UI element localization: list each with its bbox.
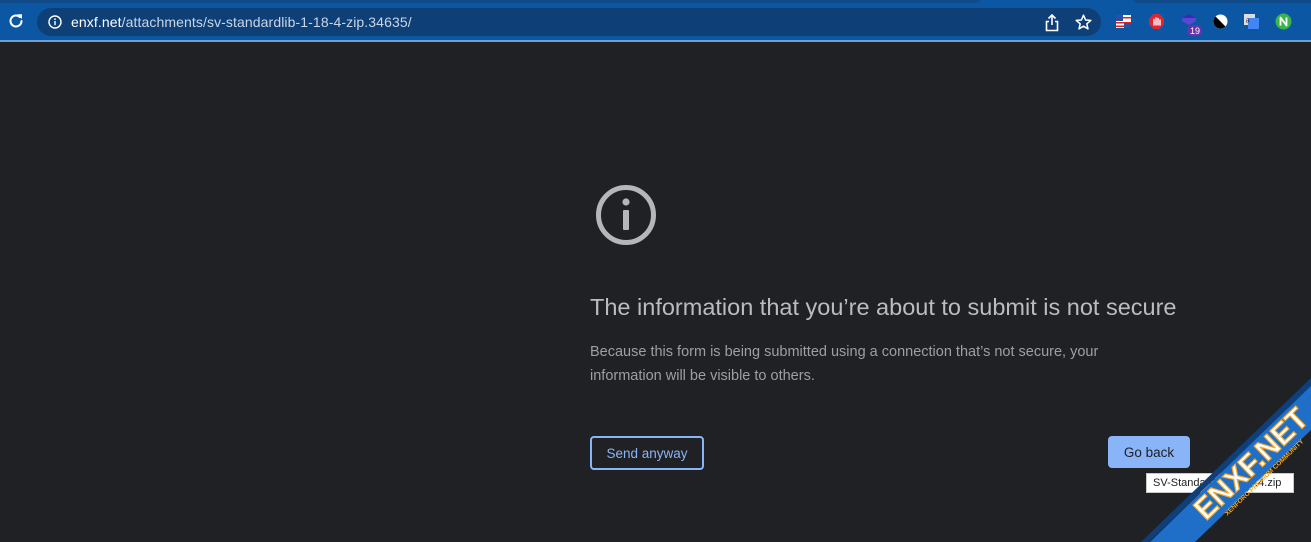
tab-strip-edge bbox=[0, 0, 980, 3]
browser-window: enxf.net/attachments/sv-standardlib-1-18… bbox=[0, 0, 1311, 542]
translate-extension-icon[interactable]: a bbox=[1243, 13, 1260, 30]
reload-icon[interactable] bbox=[6, 11, 26, 31]
adblock-extension-icon[interactable] bbox=[1148, 13, 1165, 30]
info-alert-icon bbox=[596, 185, 656, 245]
warning-description: Because this form is being submitted usi… bbox=[590, 344, 1099, 384]
tab-strip-edge-right bbox=[1134, 0, 1311, 3]
url-host: enxf.net bbox=[71, 14, 122, 30]
browser-toolbar: enxf.net/attachments/sv-standardlib-1-18… bbox=[0, 0, 1311, 42]
n-extension-icon[interactable] bbox=[1275, 13, 1292, 30]
share-icon[interactable] bbox=[1044, 14, 1060, 32]
send-anyway-button[interactable]: Send anyway bbox=[590, 436, 704, 470]
page-title: The information that you’re about to sub… bbox=[590, 294, 1177, 320]
flag-extension-icon[interactable] bbox=[1115, 13, 1132, 30]
go-back-button[interactable]: Go back bbox=[1108, 436, 1190, 468]
extension-badge-count: 19 bbox=[1189, 26, 1200, 36]
toolbar-divider bbox=[0, 40, 1311, 42]
site-info-icon[interactable] bbox=[48, 15, 62, 29]
url-text[interactable]: enxf.net/attachments/sv-standardlib-1-18… bbox=[71, 14, 412, 30]
download-tooltip: SV-StandardLib-1.18.4.zip bbox=[1146, 473, 1294, 493]
bookmark-star-icon[interactable] bbox=[1075, 14, 1092, 31]
watermark-brand: ENXF.NET bbox=[1188, 402, 1311, 526]
url-path: /attachments/sv-standardlib-1-18-4-zip.3… bbox=[121, 14, 412, 30]
address-bar[interactable]: enxf.net/attachments/sv-standardlib-1-18… bbox=[37, 8, 1101, 36]
contrast-extension-icon[interactable] bbox=[1212, 13, 1229, 30]
svg-text:a: a bbox=[1246, 17, 1250, 25]
